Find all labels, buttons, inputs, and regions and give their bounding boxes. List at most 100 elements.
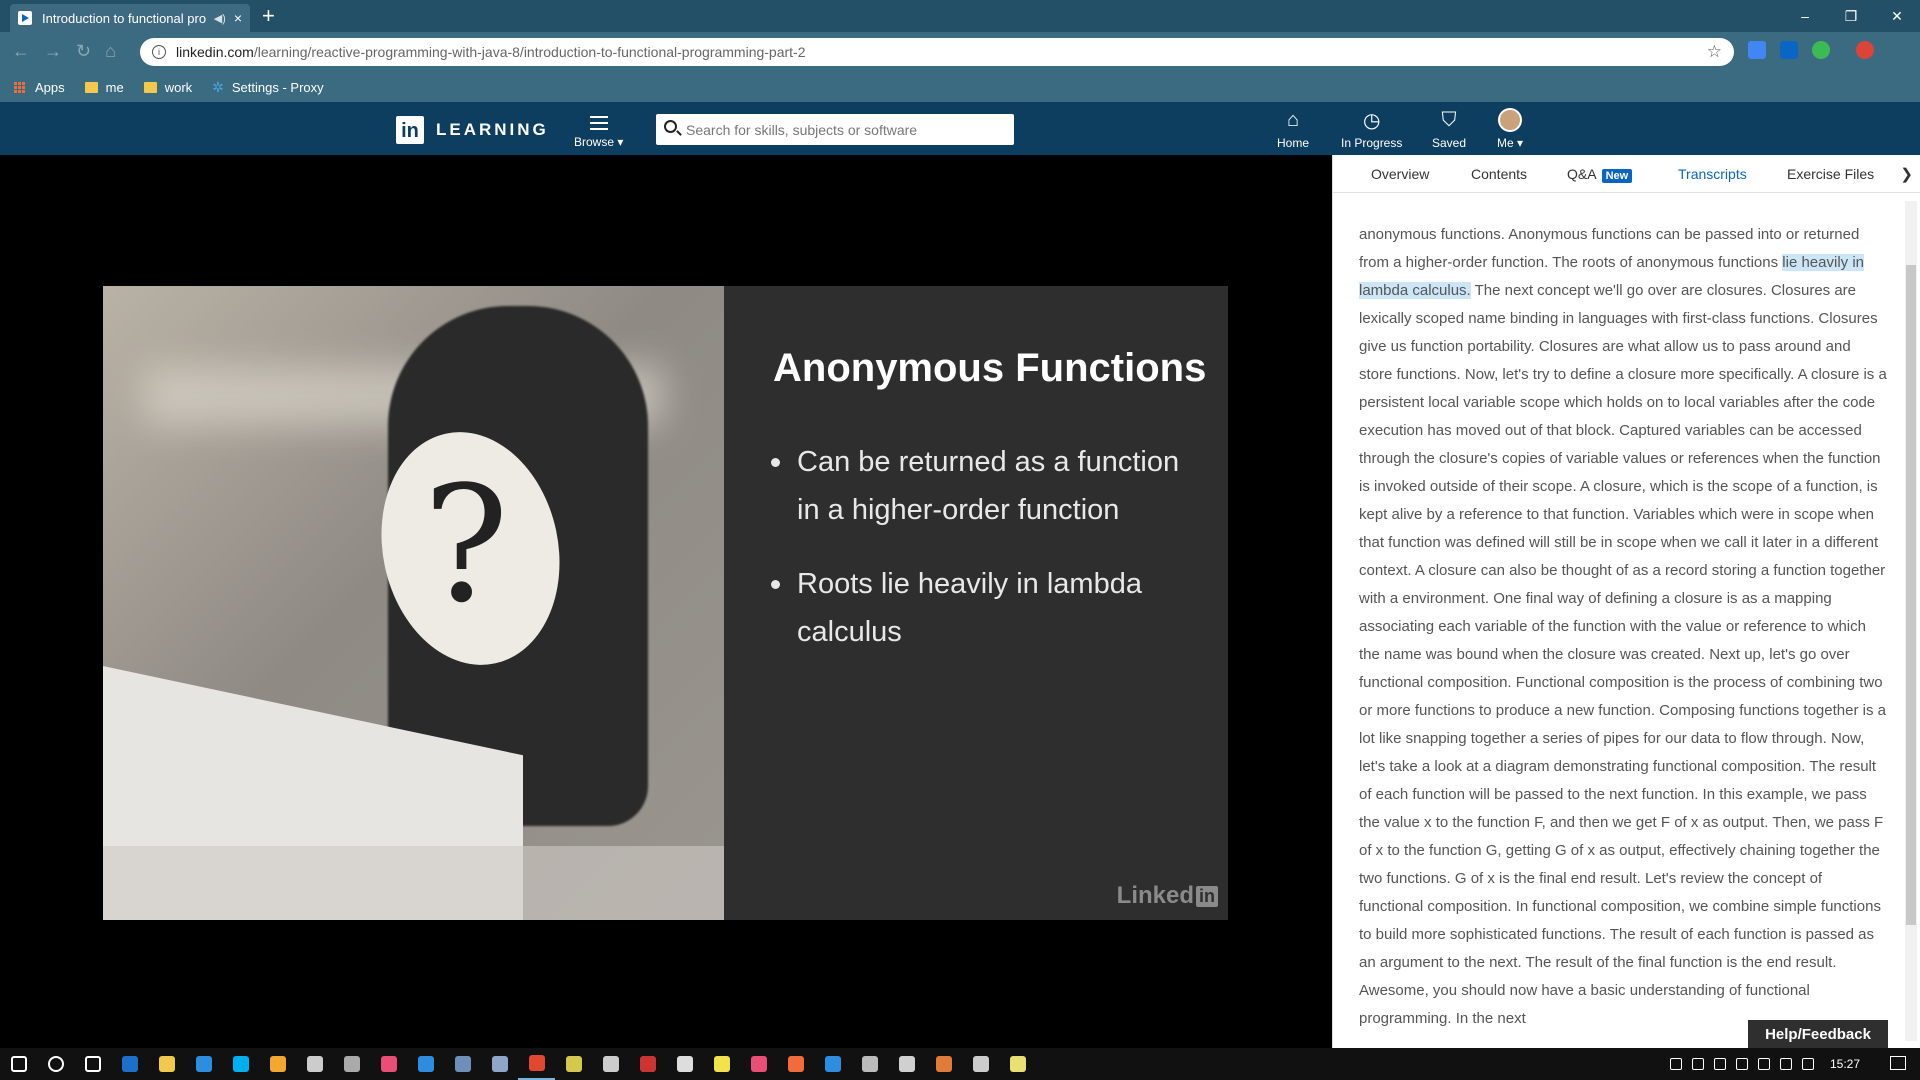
speaker-icon[interactable]: ◀) [214,12,226,25]
linkedin-extension-icon[interactable] [1780,41,1798,59]
minimize-button[interactable]: – [1782,0,1828,32]
browse-menu-button[interactable]: Browse ▾ [574,112,623,149]
nav-in-progress[interactable]: ◷ In Progress [1341,108,1402,151]
info-icon[interactable]: i [152,45,166,59]
tab-overview[interactable]: Overview [1371,166,1429,182]
address-bar[interactable]: i linkedin.com/learning/reactive-program… [140,38,1734,66]
bookmark-label: Settings - Proxy [231,79,324,95]
sticky-taskbar-button[interactable] [703,1048,740,1080]
pen-taskbar-button[interactable] [555,1048,592,1080]
gear-icon: ✲ [212,78,224,95]
window-controls: – ❐ ✕ [1782,0,1920,32]
intellij2-taskbar-button[interactable] [740,1048,777,1080]
paint-icon [676,1056,693,1072]
start-taskbar-button[interactable] [0,1048,37,1080]
home-icon[interactable]: ⌂ [105,41,116,62]
tab-contents[interactable]: Contents [1471,166,1527,182]
outlook-taskbar-button[interactable] [111,1048,148,1080]
ie-taskbar-button[interactable] [185,1048,222,1080]
tab-qa[interactable]: Q&A New [1567,166,1633,183]
course-side-panel: Overview Contents Q&A New Transcripts Exe… [1332,155,1920,1048]
video-player[interactable]: ? Anonymous Functions Can be returned as… [0,155,1332,1048]
linkedin-learning-header: in LEARNING Browse ▾ Search for skills, … [0,102,1920,155]
intellij2-icon [750,1056,767,1072]
app2-taskbar-button[interactable] [851,1048,888,1080]
screen-taskbar-button[interactable] [629,1048,666,1080]
wifi-icon[interactable] [1713,1058,1726,1070]
panel-tabs: Overview Contents Q&A New Transcripts Exe… [1333,155,1920,193]
bookmark-apps[interactable]: Apps [14,80,65,95]
skype-tray-icon[interactable] [1757,1058,1770,1070]
app3-taskbar-button[interactable] [888,1048,925,1080]
bookmark-label: me [105,79,124,95]
cmd2-taskbar-button[interactable] [962,1048,999,1080]
forward-icon[interactable]: → [44,41,62,62]
reload-icon[interactable]: ↻ [76,41,91,62]
intellij-taskbar-button[interactable] [370,1048,407,1080]
action-center-icon[interactable] [1890,1056,1906,1070]
close-window-button[interactable]: ✕ [1874,0,1920,32]
search-input[interactable]: Search for skills, subjects or software [656,114,1014,145]
close-tab-icon[interactable]: × [234,10,242,26]
sticky-icon [713,1056,730,1072]
tab-exercise-files[interactable]: Exercise Files [1787,166,1874,182]
app4-icon [935,1056,952,1072]
tab-transcripts[interactable]: Transcripts [1678,166,1747,182]
transcript-viewport[interactable]: anonymous functions. Anonymous functions… [1333,193,1903,1048]
chrome-taskbar-button[interactable] [518,1048,555,1080]
bookmark-me[interactable]: me [84,79,124,95]
vbox-taskbar-button[interactable] [444,1048,481,1080]
nav-me[interactable]: Me ▾ [1497,108,1523,150]
extension-icon[interactable] [1748,41,1766,59]
vscode-taskbar-button[interactable] [814,1048,851,1080]
chevron-up-icon[interactable] [1691,1058,1704,1070]
explorer-taskbar-button[interactable] [148,1048,185,1080]
browser-tab[interactable]: Introduction to functional programming ◀… [10,4,250,32]
bookmark-star-icon[interactable]: ☆ [1707,42,1722,62]
bookmark-settings-proxy[interactable]: ✲ Settings - Proxy [212,79,324,96]
explorer-icon [158,1056,175,1072]
nav-home[interactable]: ⌂ Home [1277,108,1309,151]
chevron-right-icon[interactable]: ❯ [1900,165,1913,183]
bookmark-label: Apps [35,79,65,95]
system-tray: 15:27 [1669,1048,1860,1080]
task-view-taskbar-button[interactable] [74,1048,111,1080]
extension-icon[interactable] [1812,41,1830,59]
nav-saved-label: Saved [1432,136,1467,150]
scrollbar[interactable] [1905,201,1917,1041]
skype-taskbar-button[interactable] [222,1048,259,1080]
notepad-icon [1009,1056,1026,1072]
cmd-taskbar-button[interactable] [296,1048,333,1080]
clock[interactable]: 15:27 [1830,1057,1860,1071]
tab-title: Introduction to functional programming [42,10,206,26]
search-taskbar-button[interactable] [37,1048,74,1080]
volume-icon[interactable] [1801,1058,1814,1070]
new-tab-button[interactable]: + [262,4,275,28]
git-taskbar-button[interactable] [259,1048,296,1080]
clock-icon: ◷ [1362,109,1381,132]
security-taskbar-button[interactable] [481,1048,518,1080]
paint-taskbar-button[interactable] [666,1048,703,1080]
info-taskbar-button[interactable] [407,1048,444,1080]
scrollbar-thumb[interactable] [1906,265,1916,925]
security-icon [491,1056,508,1072]
profile-icon[interactable] [1856,41,1874,59]
help-feedback-button[interactable]: Help/Feedback [1748,1020,1888,1048]
notepad-taskbar-button[interactable] [999,1048,1036,1080]
search-placeholder: Search for skills, subjects or software [686,121,918,138]
person-icon[interactable] [1669,1058,1682,1070]
browse-label: Browse ▾ [574,135,624,149]
nav-saved[interactable]: ⛉ Saved [1432,108,1467,151]
back-icon[interactable]: ← [12,41,30,62]
battery-icon[interactable] [1779,1058,1792,1070]
network-taskbar-button[interactable] [592,1048,629,1080]
git-icon [269,1056,286,1072]
app-taskbar-button[interactable] [333,1048,370,1080]
bookmark-work[interactable]: work [143,80,192,95]
linkedin-learning-logo[interactable]: in LEARNING [396,116,549,144]
outlook-tray-icon[interactable] [1735,1058,1748,1070]
postman-taskbar-button[interactable] [777,1048,814,1080]
restore-button[interactable]: ❐ [1828,0,1874,32]
app4-taskbar-button[interactable] [925,1048,962,1080]
linkedin-learning-favicon-icon [18,11,32,25]
